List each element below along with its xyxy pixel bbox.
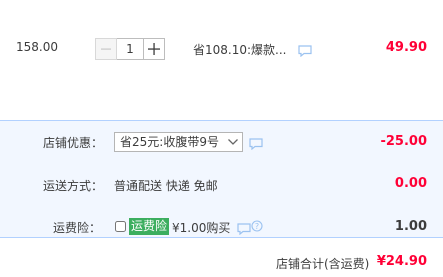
help-icon: ? <box>251 220 263 232</box>
shipping-method: 普通配送 快递 免邮 <box>114 179 218 193</box>
promotion-chat-icon[interactable] <box>298 43 312 57</box>
decrease-quantity-button[interactable] <box>95 38 117 60</box>
shipping-label: 运送方式： <box>43 179 104 193</box>
order-summary: 店铺优惠： 省25元:收腹带9号 -25.00 运送方式： 普通配送 快递 免邮… <box>0 120 443 238</box>
insurance-price: ¥1.00购买 <box>172 221 231 235</box>
plus-icon <box>148 43 160 55</box>
order-item-row: 158.00 省108.10:爆款... 49.90 <box>0 0 443 120</box>
quantity-stepper <box>95 38 165 60</box>
increase-quantity-button[interactable] <box>143 38 165 60</box>
insurance-amount: 1.00 <box>394 219 427 234</box>
item-subtotal: 49.90 <box>385 40 427 55</box>
shop-discount-selected: 省25元:收腹带9号 <box>120 135 219 149</box>
insurance-label: 运费险： <box>53 221 102 235</box>
insurance-chat-icon[interactable] <box>237 221 251 235</box>
chat-icon <box>237 222 251 235</box>
unit-price: 158.00 <box>16 40 58 54</box>
item-promotion: 省108.10:爆款... <box>193 43 287 57</box>
chat-icon <box>298 44 312 57</box>
minus-icon <box>101 48 111 50</box>
shop-discount-label: 店铺优惠： <box>43 136 104 150</box>
chat-icon <box>249 137 263 150</box>
quantity-input[interactable] <box>117 38 143 60</box>
shop-total-label: 店铺合计(含运费) <box>276 257 370 271</box>
shipping-amount: 0.00 <box>394 176 427 191</box>
svg-text:?: ? <box>255 222 259 231</box>
insurance-help-icon[interactable]: ? <box>251 220 263 235</box>
shop-discount-select[interactable]: 省25元:收腹带9号 <box>114 132 243 152</box>
chevron-down-icon <box>228 139 238 145</box>
insurance-checkbox[interactable] <box>115 221 126 232</box>
shop-total-bar: 店铺合计(含运费) ¥24.90 <box>0 238 443 277</box>
shop-total-value: ¥24.90 <box>376 254 427 269</box>
discount-chat-icon[interactable] <box>249 136 263 150</box>
shop-discount-amount: -25.00 <box>380 134 427 149</box>
insurance-tag: 运费险 <box>129 218 170 235</box>
